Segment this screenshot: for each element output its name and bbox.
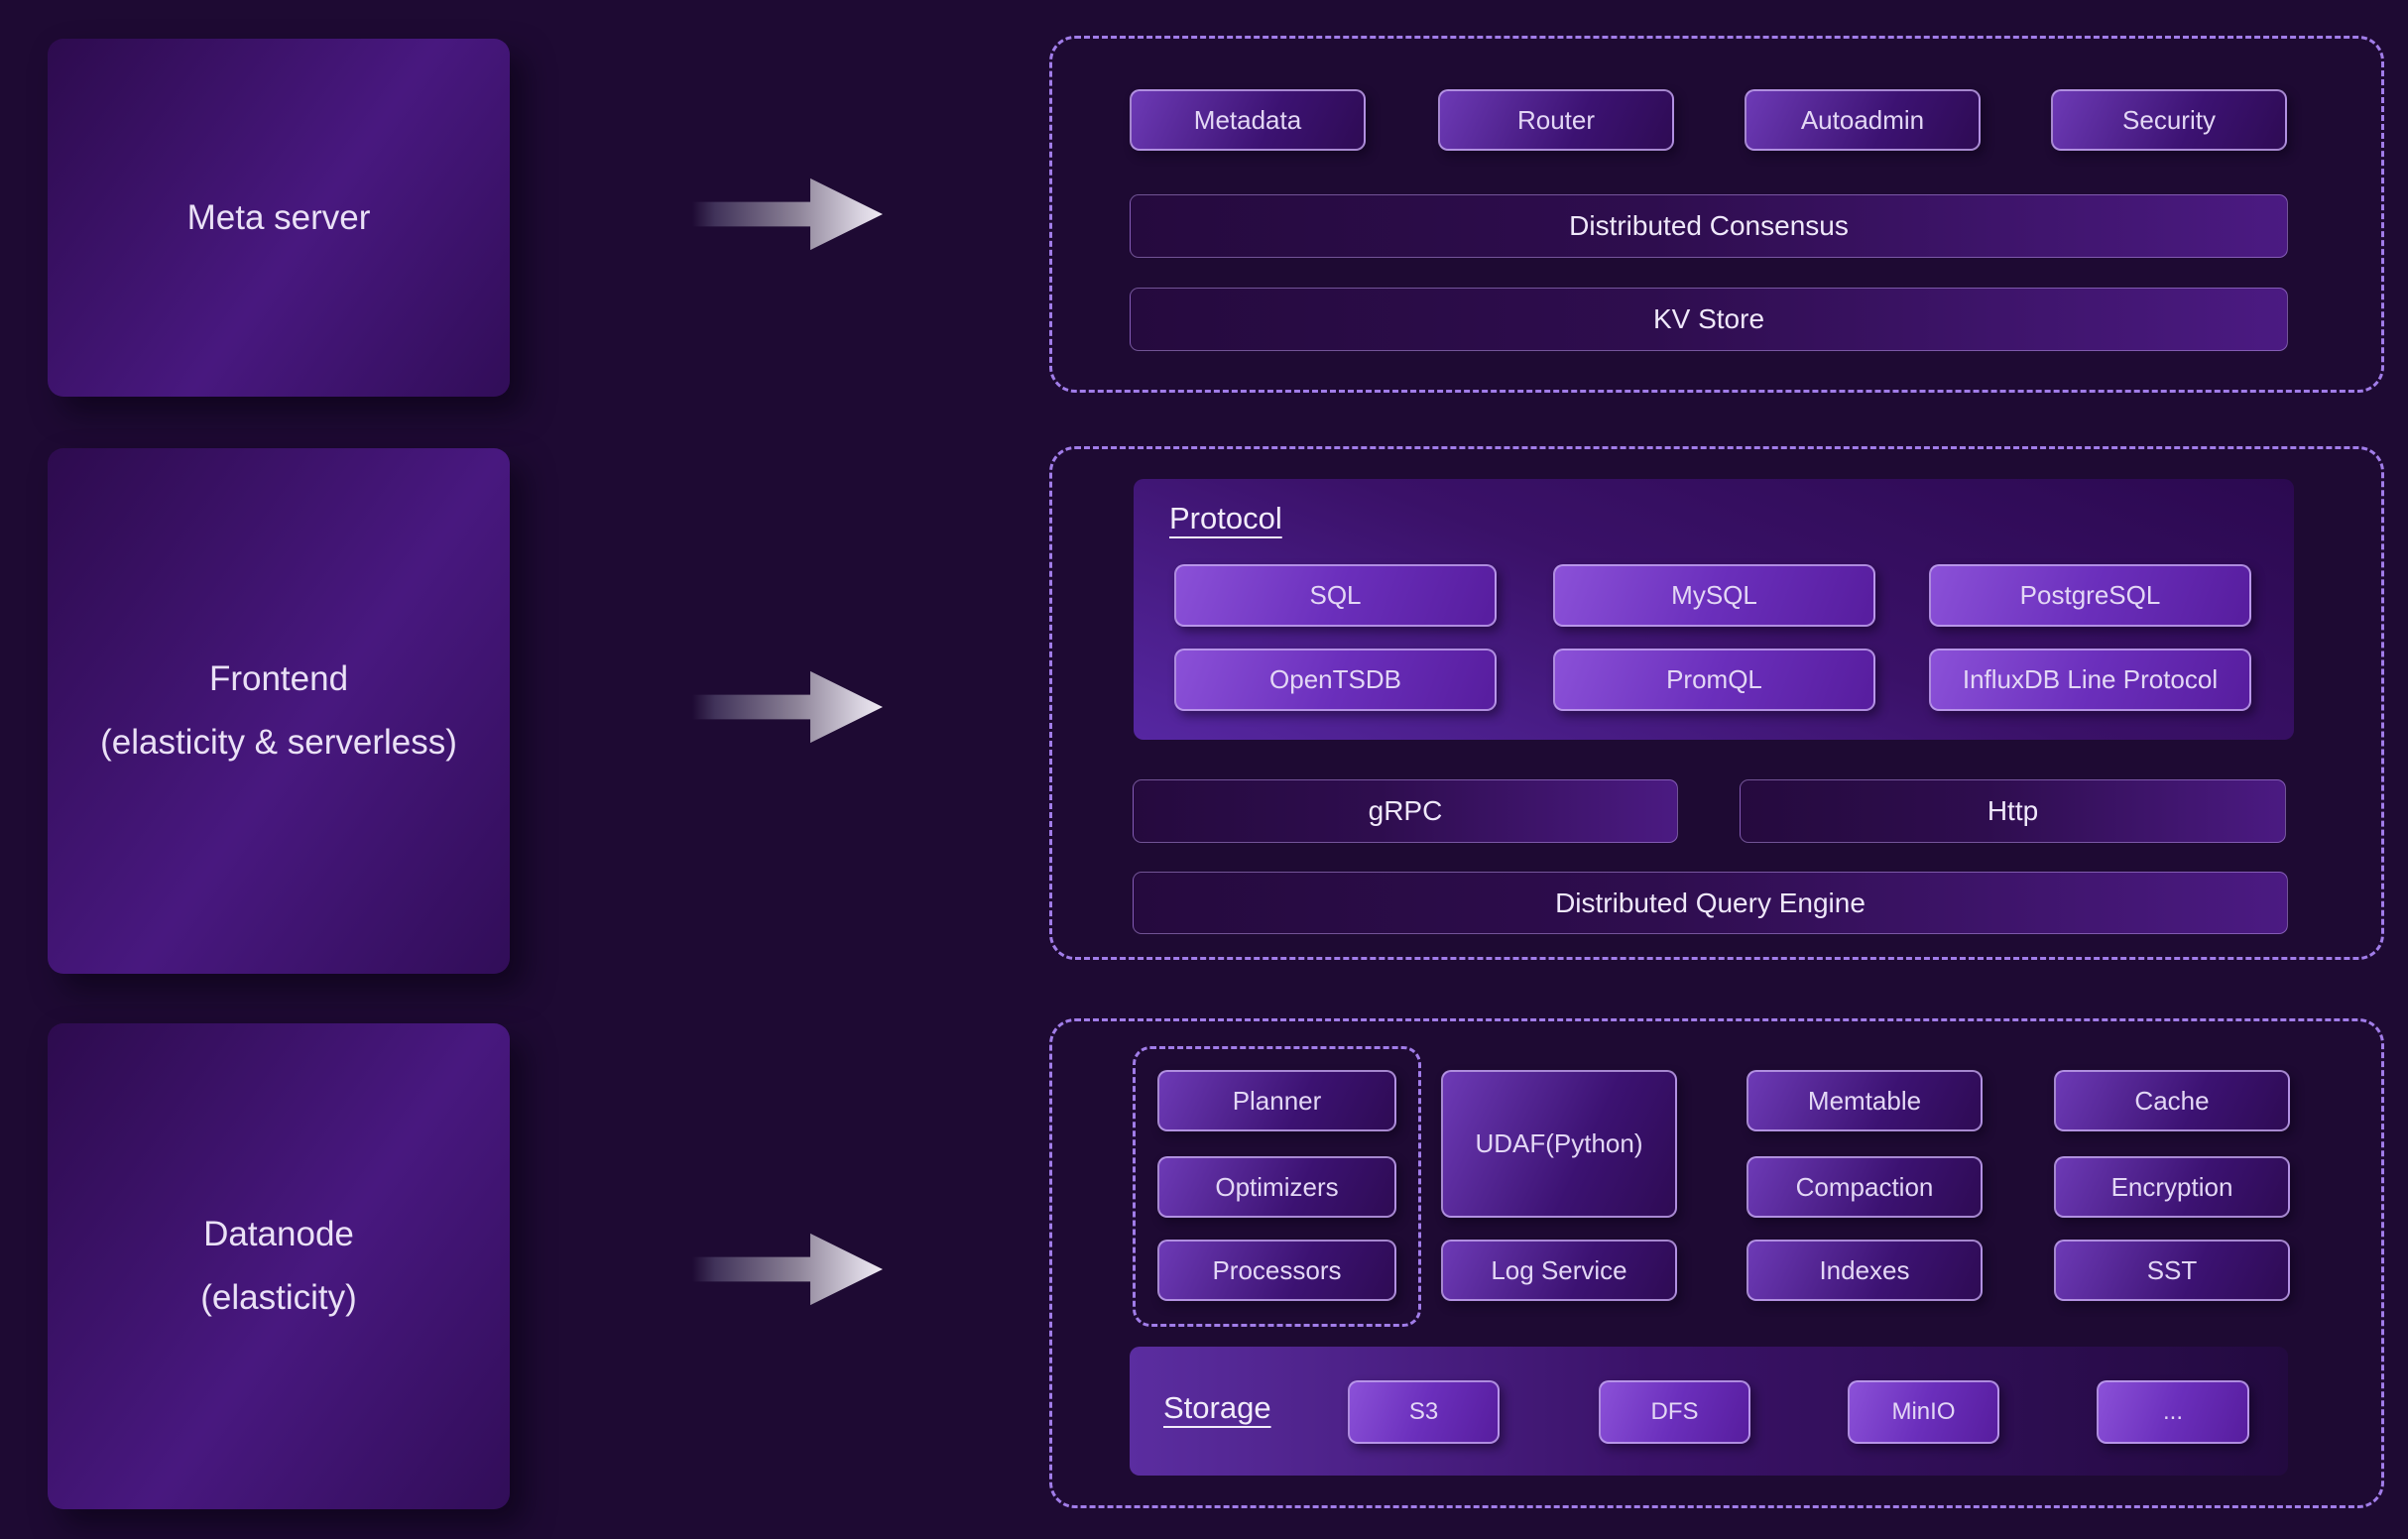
node-minio-label: MinIO: [1891, 1398, 1955, 1426]
node-memtable-label: Memtable: [1808, 1086, 1921, 1117]
meta-server-panel: Metadata Router Autoadmin Security Distr…: [1049, 36, 2384, 393]
protocol-heading: Protocol: [1169, 501, 1282, 536]
node-postgresql-label: PostgreSQL: [2020, 580, 2161, 611]
bar-distributed-consensus: Distributed Consensus: [1130, 194, 2288, 258]
node-dfs-label: DFS: [1651, 1398, 1699, 1426]
node-promql: PromQL: [1553, 649, 1875, 711]
node-influxdb-line-protocol-label: InfluxDB Line Protocol: [1963, 664, 2218, 695]
node-cache: Cache: [2054, 1070, 2290, 1131]
frontend-label-line2: (elasticity & serverless): [100, 711, 457, 774]
node-memtable: Memtable: [1746, 1070, 1983, 1131]
node-mysql-label: MySQL: [1671, 580, 1757, 611]
node-dfs: DFS: [1599, 1380, 1750, 1444]
frontend-label-line1: Frontend: [209, 648, 348, 711]
node-sst-label: SST: [2147, 1255, 2198, 1286]
node-optimizers: Optimizers: [1157, 1156, 1396, 1218]
node-metadata-label: Metadata: [1194, 105, 1301, 136]
node-security-label: Security: [2122, 105, 2216, 136]
node-more-storage-label: ...: [2163, 1398, 2183, 1426]
node-router: Router: [1438, 89, 1674, 151]
node-metadata: Metadata: [1130, 89, 1366, 151]
node-indexes: Indexes: [1746, 1240, 1983, 1301]
flow-arrow-icon: [692, 663, 883, 751]
node-minio: MinIO: [1848, 1380, 1999, 1444]
node-indexes-label: Indexes: [1819, 1255, 1909, 1286]
node-compaction: Compaction: [1746, 1156, 1983, 1218]
node-udaf-python: UDAF(Python): [1441, 1070, 1677, 1218]
node-planner: Planner: [1157, 1070, 1396, 1131]
architecture-diagram: Meta server Frontend (elasticity & serve…: [0, 0, 2408, 1539]
node-encryption-label: Encryption: [2111, 1172, 2233, 1203]
node-opentsdb: OpenTSDB: [1174, 649, 1497, 711]
node-encryption: Encryption: [2054, 1156, 2290, 1218]
datanode-label-line2: (elasticity): [200, 1266, 357, 1330]
node-log-service: Log Service: [1441, 1240, 1677, 1301]
node-promql-label: PromQL: [1666, 664, 1762, 695]
node-udaf-python-label: UDAF(Python): [1475, 1128, 1642, 1159]
node-router-label: Router: [1517, 105, 1595, 136]
datanode-box: Datanode (elasticity): [48, 1023, 510, 1509]
frontend-box: Frontend (elasticity & serverless): [48, 448, 510, 974]
node-processors-label: Processors: [1212, 1255, 1341, 1286]
node-mysql: MySQL: [1553, 564, 1875, 627]
node-processors: Processors: [1157, 1240, 1396, 1301]
frontend-panel: Protocol SQL MySQL PostgreSQL OpenTSDB P…: [1049, 446, 2384, 960]
node-autoadmin-label: Autoadmin: [1801, 105, 1924, 136]
bar-kv-store: KV Store: [1130, 288, 2288, 351]
node-s3-label: S3: [1409, 1398, 1438, 1426]
node-sql: SQL: [1174, 564, 1497, 627]
node-security: Security: [2051, 89, 2287, 151]
bar-grpc: gRPC: [1133, 779, 1678, 843]
flow-arrow-icon: [692, 171, 883, 258]
bar-kv-store-label: KV Store: [1653, 303, 1764, 335]
node-log-service-label: Log Service: [1491, 1255, 1626, 1286]
meta-server-label: Meta server: [187, 186, 371, 250]
bar-http: Http: [1740, 779, 2286, 843]
node-influxdb-line-protocol: InfluxDB Line Protocol: [1929, 649, 2251, 711]
bar-http-label: Http: [1987, 795, 2038, 827]
node-more-storage: ...: [2097, 1380, 2249, 1444]
datanode-panel: Planner Optimizers Processors UDAF(Pytho…: [1049, 1018, 2384, 1508]
node-optimizers-label: Optimizers: [1215, 1172, 1338, 1203]
node-s3: S3: [1348, 1380, 1500, 1444]
node-sql-label: SQL: [1309, 580, 1361, 611]
bar-grpc-label: gRPC: [1369, 795, 1443, 827]
node-compaction-label: Compaction: [1796, 1172, 1934, 1203]
node-postgresql: PostgreSQL: [1929, 564, 2251, 627]
bar-distributed-query-engine: Distributed Query Engine: [1133, 872, 2288, 934]
node-opentsdb-label: OpenTSDB: [1269, 664, 1401, 695]
datanode-label-line1: Datanode: [203, 1203, 354, 1266]
meta-server-box: Meta server: [48, 39, 510, 397]
node-planner-label: Planner: [1233, 1086, 1322, 1117]
flow-arrow-icon: [692, 1226, 883, 1313]
bar-distributed-query-engine-label: Distributed Query Engine: [1555, 888, 1866, 919]
storage-heading: Storage: [1163, 1390, 1271, 1426]
bar-distributed-consensus-label: Distributed Consensus: [1569, 210, 1849, 242]
node-cache-label: Cache: [2134, 1086, 2209, 1117]
storage-panel: Storage S3 DFS MinIO ...: [1130, 1347, 2288, 1476]
node-sst: SST: [2054, 1240, 2290, 1301]
protocol-panel: Protocol SQL MySQL PostgreSQL OpenTSDB P…: [1134, 479, 2294, 740]
node-autoadmin: Autoadmin: [1745, 89, 1981, 151]
